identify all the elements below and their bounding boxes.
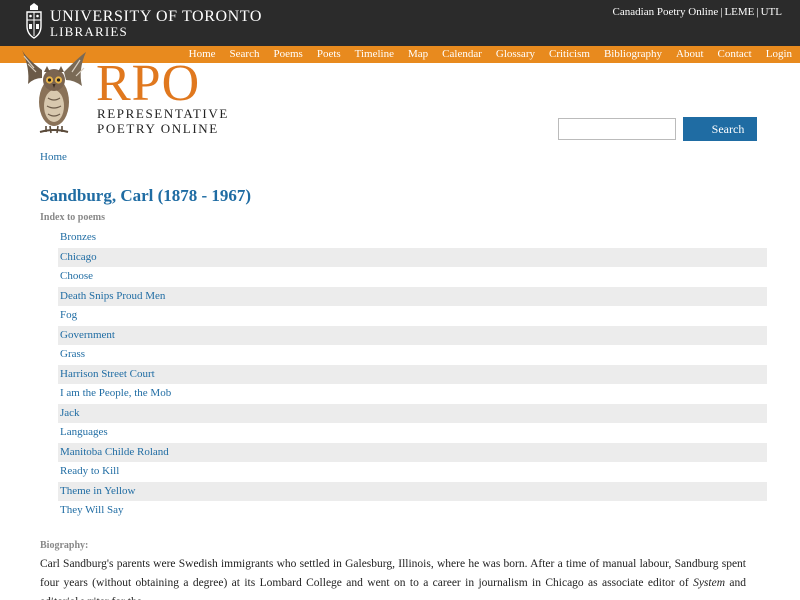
top-links: Canadian Poetry Online | LEME | UTL <box>613 6 782 18</box>
nav-bibliography[interactable]: Bibliography <box>597 46 669 63</box>
poem-link-government[interactable]: Government <box>58 325 767 345</box>
university-crest-icon[interactable] <box>24 2 44 42</box>
link-leme[interactable]: LEME <box>724 6 754 18</box>
nav-contact[interactable]: Contact <box>711 46 759 63</box>
breadcrumb-home[interactable]: Home <box>40 151 67 163</box>
poem-link-i-am-the-people[interactable]: I am the People, the Mob <box>58 384 767 404</box>
nav-login[interactable]: Login <box>759 46 800 63</box>
nav-poets[interactable]: Poets <box>310 46 348 63</box>
poem-link-chicago[interactable]: Chicago <box>58 247 767 267</box>
rpo-logo-subtitle-1: REPRESENTATIVE <box>97 106 229 121</box>
search-input[interactable] <box>558 118 676 140</box>
biography-text: Carl Sandburg's parents were Swedish imm… <box>40 555 746 600</box>
nav-timeline[interactable]: Timeline <box>348 46 401 63</box>
index-label: Index to poems <box>40 212 106 223</box>
poem-link-theme-in-yellow[interactable]: Theme in Yellow <box>58 481 767 501</box>
biography-text-part: Carl Sandburg's parents were Swedish imm… <box>40 558 746 589</box>
libraries-name[interactable]: LIBRARIES <box>50 24 128 40</box>
poem-link-ready-to-kill[interactable]: Ready to Kill <box>58 462 767 482</box>
biography-italic-title: System <box>693 577 726 589</box>
poem-link-grass[interactable]: Grass <box>58 345 767 365</box>
nav-glossary[interactable]: Glossary <box>489 46 542 63</box>
poem-link-choose[interactable]: Choose <box>58 267 767 287</box>
poem-list: Bronzes Chicago Choose Death Snips Proud… <box>58 228 767 521</box>
nav-about[interactable]: About <box>669 46 711 63</box>
link-canadian-poetry-online[interactable]: Canadian Poetry Online <box>613 6 719 18</box>
nav-poems[interactable]: Poems <box>266 46 309 63</box>
poem-link-death-snips-proud-men[interactable]: Death Snips Proud Men <box>58 286 767 306</box>
poem-link-bronzes[interactable]: Bronzes <box>58 228 767 248</box>
page-title: Sandburg, Carl (1878 - 1967) <box>40 186 252 205</box>
poem-link-jack[interactable]: Jack <box>58 403 767 423</box>
poem-link-fog[interactable]: Fog <box>58 306 767 326</box>
nav-map[interactable]: Map <box>401 46 435 63</box>
poem-link-harrison-street-court[interactable]: Harrison Street Court <box>58 364 767 384</box>
poem-link-manitoba-childe-roland[interactable]: Manitoba Childe Roland <box>58 442 767 462</box>
search-button[interactable]: Search <box>683 117 757 141</box>
nav-calendar[interactable]: Calendar <box>435 46 489 63</box>
top-bar: UNIVERSITY OF TORONTO LIBRARIES Canadian… <box>0 0 800 46</box>
owl-logo-icon[interactable] <box>20 50 88 136</box>
link-utl[interactable]: UTL <box>761 6 782 18</box>
poem-link-languages[interactable]: Languages <box>58 423 767 443</box>
nav-criticism[interactable]: Criticism <box>542 46 597 63</box>
biography-label: Biography: <box>40 540 89 551</box>
poem-link-they-will-say[interactable]: They Will Say <box>58 501 767 521</box>
rpo-logo-subtitle-2: POETRY ONLINE <box>97 121 219 136</box>
rpo-logo-text[interactable]: RPO <box>96 58 200 110</box>
nav-search[interactable]: Search <box>223 46 267 63</box>
